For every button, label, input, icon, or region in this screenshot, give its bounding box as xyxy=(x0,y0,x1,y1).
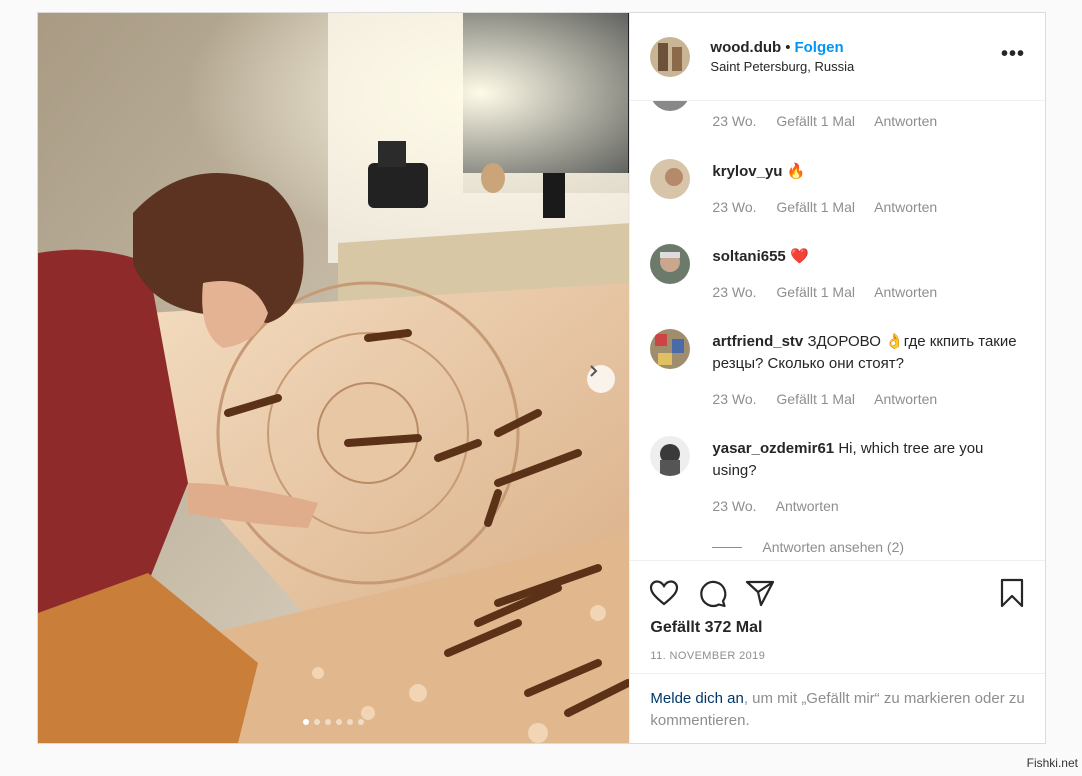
comment-text: 🔥 xyxy=(786,163,806,180)
avatar[interactable] xyxy=(650,36,691,77)
view-replies-label: Antworten ansehen (2) xyxy=(762,539,905,555)
post-date[interactable]: 11. NOVEMBER 2019 xyxy=(650,650,765,662)
comment-meta: 23 Wo. Gefällt 1 Mal Antworten xyxy=(712,284,953,300)
username[interactable]: wood.dub xyxy=(710,39,781,56)
comment-text: ❤️ xyxy=(789,248,809,265)
avatar[interactable] xyxy=(650,244,691,284)
likes-count[interactable]: Gefällt 372 Mal xyxy=(650,619,762,637)
action-bar: Gefällt 372 Mal 11. NOVEMBER 2019 xyxy=(630,560,1045,662)
watermark: Fishki.net xyxy=(1026,756,1078,770)
comment-time[interactable]: 23 Wo. xyxy=(712,284,756,300)
carousel-dot xyxy=(358,719,365,725)
view-replies-button[interactable]: Antworten ansehen (2) xyxy=(712,539,904,555)
reply-button[interactable]: Antworten xyxy=(874,284,937,300)
carousel-dots xyxy=(38,719,629,725)
avatar[interactable] xyxy=(650,436,691,476)
avatar[interactable] xyxy=(650,159,691,199)
heart-icon[interactable] xyxy=(648,577,680,609)
post-sidebar: wood.dub • Folgen Saint Petersburg, Russia… xyxy=(629,13,1045,743)
comment-meta: 23 Wo. Gefällt 1 Mal Antworten xyxy=(712,113,953,129)
reply-button[interactable]: Antworten xyxy=(874,113,937,129)
comment-username[interactable]: krylov_yu xyxy=(712,163,782,180)
comment-likes[interactable]: Gefällt 1 Mal xyxy=(776,284,855,300)
comment-meta: 23 Wo. Gefällt 1 Mal Antworten xyxy=(712,391,953,407)
carousel-dot xyxy=(314,719,321,725)
comment-meta: 23 Wo. Antworten xyxy=(712,498,854,514)
chevron-right-icon xyxy=(590,365,598,377)
separator: • xyxy=(785,38,791,56)
reply-button[interactable]: Antworten xyxy=(874,391,937,407)
login-link[interactable]: Melde dich an xyxy=(650,690,743,707)
comment-item: yasar_ozdemir61 Hi, which tree are you u… xyxy=(650,436,1029,555)
comment-username[interactable]: artfriend_stv xyxy=(712,333,803,350)
comment-time[interactable]: 23 Wo. xyxy=(712,199,756,215)
carousel-dot xyxy=(336,719,343,725)
carousel-dot xyxy=(347,719,354,725)
comment-item: soltani655 ❤️ 23 Wo. Gefällt 1 Mal Antwo… xyxy=(650,244,1029,304)
comment-username[interactable]: yasar_ozdemir61 xyxy=(712,440,834,457)
comment-icon[interactable] xyxy=(696,577,728,609)
post-photo[interactable] xyxy=(38,13,630,743)
comment-likes[interactable]: Gefällt 1 Mal xyxy=(776,199,855,215)
post-card: wood.dub • Folgen Saint Petersburg, Russia… xyxy=(37,12,1046,744)
more-icon[interactable]: ••• xyxy=(1001,44,1025,64)
comment-time[interactable]: 23 Wo. xyxy=(712,391,756,407)
woodcarving-photo xyxy=(38,13,630,743)
comment-username[interactable]: soltani655 xyxy=(712,248,785,265)
comment-likes[interactable]: Gefällt 1 Mal xyxy=(776,391,855,407)
comment-meta: 23 Wo. Gefällt 1 Mal Antworten xyxy=(712,199,953,215)
reply-button[interactable]: Antworten xyxy=(776,498,839,514)
comment-time[interactable]: 23 Wo. xyxy=(712,498,756,514)
share-icon[interactable] xyxy=(744,577,776,609)
location-link[interactable]: Saint Petersburg, Russia xyxy=(710,57,854,76)
comment-item: artfriend_stv ЗДОРОВО 👌где ккпить такие … xyxy=(650,329,1029,419)
bookmark-icon[interactable] xyxy=(996,577,1028,609)
comment-item: 23 Wo. Gefällt 1 Mal Antworten xyxy=(650,101,1029,131)
post-header: wood.dub • Folgen Saint Petersburg, Russia… xyxy=(630,13,1045,101)
comment-item: krylov_yu 🔥 23 Wo. Gefällt 1 Mal Antwort… xyxy=(650,159,1029,219)
follow-button[interactable]: Folgen xyxy=(794,39,843,56)
login-prompt: Melde dich an, um mit „Gefällt mir“ zu m… xyxy=(630,673,1045,743)
reply-button[interactable]: Antworten xyxy=(874,199,937,215)
avatar[interactable] xyxy=(650,329,691,369)
comment-time[interactable]: 23 Wo. xyxy=(712,113,756,129)
carousel-dot xyxy=(325,719,332,725)
comment-likes[interactable]: Gefällt 1 Mal xyxy=(776,113,855,129)
divider-line xyxy=(712,546,743,548)
avatar[interactable] xyxy=(650,101,691,111)
comments-list[interactable]: 23 Wo. Gefällt 1 Mal Antworten krylov_yu… xyxy=(630,101,1045,560)
carousel-dot xyxy=(303,719,310,725)
